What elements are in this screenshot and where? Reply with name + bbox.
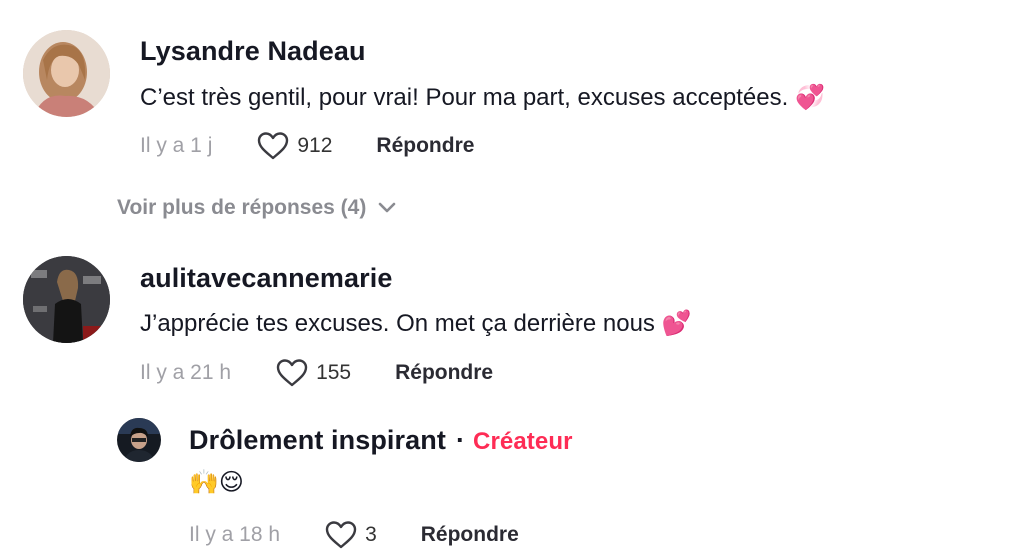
like-count: 912 <box>297 134 333 157</box>
reply-header: Drôlement inspirant · Créateur <box>189 425 573 456</box>
comment-username[interactable]: aulitavecannemarie <box>140 263 392 294</box>
like-button[interactable]: 3 <box>324 520 377 550</box>
heart-icon <box>256 131 290 161</box>
like-count: 155 <box>316 361 352 384</box>
avatar[interactable] <box>23 256 110 343</box>
heart-icon <box>275 358 309 388</box>
comment-time: Il y a 21 h <box>140 361 232 384</box>
like-count: 3 <box>365 523 377 546</box>
view-more-replies-label: Voir plus de réponses (4) <box>117 196 367 219</box>
reply-time: Il y a 18 h <box>189 523 281 546</box>
comment-time: Il y a 1 j <box>140 134 213 157</box>
creator-badge: Créateur <box>473 428 573 455</box>
reply-button[interactable]: Répondre <box>395 361 493 385</box>
avatar[interactable] <box>117 418 161 462</box>
heart-icon <box>324 520 358 550</box>
comment-username[interactable]: Lysandre Nadeau <box>140 36 366 67</box>
chevron-down-icon <box>378 202 396 214</box>
like-button[interactable]: 155 <box>275 358 351 388</box>
avatar[interactable] <box>23 30 110 117</box>
reply-button[interactable]: Répondre <box>421 523 519 547</box>
reply-meta: Il y a 18 h 3 Répondre <box>189 520 519 550</box>
comment-meta: Il y a 1 j 912 Répondre <box>140 131 474 161</box>
reply-button[interactable]: Répondre <box>376 134 474 158</box>
like-button[interactable]: 912 <box>256 131 332 161</box>
reply-text: 🙌😌 <box>189 469 244 496</box>
comment-meta: Il y a 21 h 155 Répondre <box>140 358 493 388</box>
reply-username[interactable]: Drôlement inspirant <box>189 425 446 455</box>
separator: · <box>455 425 466 455</box>
comment-text: C’est très gentil, pour vrai! Pour ma pa… <box>140 84 825 111</box>
comment-text: J’apprécie tes excuses. On met ça derriè… <box>140 310 692 337</box>
view-more-replies-button[interactable]: Voir plus de réponses (4) <box>117 196 396 220</box>
